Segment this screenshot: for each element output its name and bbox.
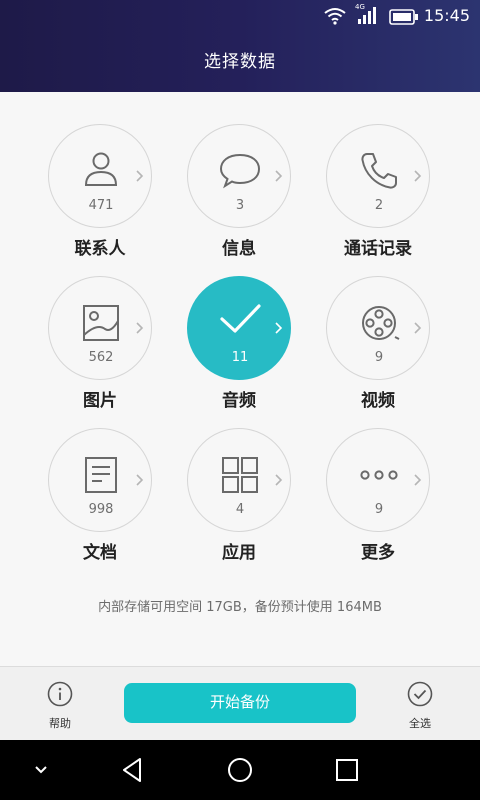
- category-label: 视频: [361, 391, 395, 411]
- video-reel-icon: [362, 306, 400, 340]
- chevron-down-icon[interactable]: [26, 755, 56, 785]
- category-documents[interactable]: 998 文档: [40, 428, 160, 578]
- signal-icon: [358, 7, 376, 24]
- select-all-check-icon: [407, 681, 433, 707]
- category-call-log[interactable]: 2 通话记录: [318, 124, 438, 274]
- category-circle[interactable]: 9: [326, 276, 430, 380]
- category-more[interactable]: 9 更多: [318, 428, 438, 578]
- category-circle[interactable]: 471: [48, 124, 152, 228]
- phone-icon: [361, 153, 397, 189]
- category-apps[interactable]: 4 应用: [179, 428, 299, 578]
- back-icon[interactable]: [118, 755, 148, 785]
- category-label: 图片: [83, 391, 117, 411]
- category-video[interactable]: 9 视频: [318, 276, 438, 426]
- chevron-right-icon: [414, 474, 422, 486]
- item-count: 2: [374, 198, 384, 213]
- contact-icon: [84, 152, 118, 186]
- item-count: 9: [374, 350, 384, 365]
- recents-icon[interactable]: [332, 755, 362, 785]
- clock: 15:45: [423, 6, 470, 25]
- message-icon: [219, 153, 261, 189]
- category-circle[interactable]: 998: [48, 428, 152, 532]
- category-contacts[interactable]: 471 联系人: [40, 124, 160, 274]
- status-bar: 4G 15:45: [0, 0, 480, 33]
- select-all-label: 全选: [409, 717, 431, 730]
- item-count: 998: [88, 502, 114, 517]
- home-icon[interactable]: [225, 755, 255, 785]
- image-icon: [83, 305, 119, 341]
- category-circle[interactable]: 2: [326, 124, 430, 228]
- chevron-right-icon: [136, 474, 144, 486]
- item-count: 11: [231, 350, 249, 365]
- category-audio[interactable]: 11 音频: [179, 276, 299, 426]
- chevron-right-icon: [414, 170, 422, 182]
- check-icon: [220, 304, 261, 333]
- item-count: 562: [88, 350, 114, 365]
- bottom-action-bar: 帮助 开始备份 全选: [0, 666, 480, 740]
- category-circle[interactable]: 3: [187, 124, 291, 228]
- category-circle[interactable]: 9: [326, 428, 430, 532]
- category-label: 音频: [222, 391, 256, 411]
- category-label: 更多: [361, 543, 395, 563]
- help-label: 帮助: [49, 717, 71, 730]
- category-messages[interactable]: 3 信息: [179, 124, 299, 274]
- page-title: 选择数据: [204, 52, 276, 72]
- category-label: 信息: [222, 239, 256, 259]
- item-count: 3: [235, 198, 245, 213]
- category-label: 通话记录: [344, 239, 412, 259]
- category-images[interactable]: 562 图片: [40, 276, 160, 426]
- title-bar: 选择数据: [0, 33, 480, 92]
- storage-info: 内部存储可用空间 17GB，备份预计使用 164MB: [98, 600, 382, 615]
- info-icon: [47, 681, 73, 707]
- category-label: 联系人: [74, 239, 126, 259]
- apps-grid-icon: [222, 457, 258, 493]
- chevron-right-icon: [275, 322, 283, 334]
- more-dots-icon: [360, 470, 398, 480]
- chevron-right-icon: [275, 170, 283, 182]
- chevron-right-icon: [136, 170, 144, 182]
- category-label: 应用: [222, 543, 256, 563]
- system-nav-bar: [0, 740, 480, 800]
- item-count: 9: [374, 502, 384, 517]
- select-all-button[interactable]: 全选: [390, 681, 450, 731]
- item-count: 4: [235, 502, 245, 517]
- category-circle[interactable]: 562: [48, 276, 152, 380]
- category-circle[interactable]: 4: [187, 428, 291, 532]
- help-button[interactable]: 帮助: [30, 681, 90, 731]
- item-count: 471: [88, 198, 114, 213]
- chevron-right-icon: [414, 322, 422, 334]
- category-grid: 471 联系人 3 信息 2 通话记录 562 图片 11 音频 9 视频 99…: [0, 92, 480, 666]
- chevron-right-icon: [136, 322, 144, 334]
- start-backup-button[interactable]: 开始备份: [124, 683, 356, 723]
- wifi-icon: [324, 8, 346, 25]
- battery-icon: [389, 9, 418, 25]
- document-icon: [85, 457, 117, 493]
- chevron-right-icon: [275, 474, 283, 486]
- category-label: 文档: [83, 543, 117, 563]
- category-circle-selected[interactable]: 11: [187, 276, 291, 380]
